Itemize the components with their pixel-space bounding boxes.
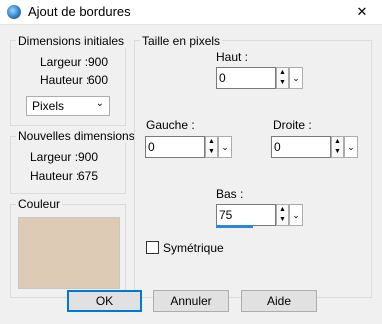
- color-legend: Couleur: [16, 197, 63, 211]
- color-swatch[interactable]: [18, 217, 120, 289]
- new-dimensions-group: [10, 136, 126, 194]
- spin-arrows-icon[interactable]: ▲ ▼: [276, 204, 289, 226]
- chevron-down-icon[interactable]: ⌄: [289, 204, 303, 226]
- bottom-label: Bas :: [216, 187, 244, 201]
- top-label: Haut :: [216, 50, 249, 64]
- right-input[interactable]: 0: [271, 136, 331, 158]
- unit-select[interactable]: Pixels ⌄: [26, 96, 110, 116]
- chevron-down-icon[interactable]: ⌄: [289, 67, 303, 89]
- help-button[interactable]: Aide: [241, 290, 317, 312]
- new-width-value: 900: [78, 150, 99, 164]
- initial-height-label: Hauteur :: [40, 73, 90, 87]
- new-width-label: Largeur :: [30, 150, 79, 164]
- title-bar: Ajout de bordures ✕: [0, 0, 382, 25]
- unit-select-value: Pixels: [32, 99, 65, 113]
- new-dimensions-legend: Nouvelles dimensions: [16, 129, 137, 143]
- initial-height-value: 600: [88, 73, 109, 87]
- top-input[interactable]: 0: [216, 67, 276, 89]
- right-label: Droite :: [273, 118, 312, 132]
- window-title: Ajout de bordures: [28, 4, 131, 19]
- symmetric-label[interactable]: Symétrique: [163, 241, 224, 255]
- left-label: Gauche :: [146, 118, 195, 132]
- close-icon[interactable]: ✕: [346, 0, 378, 24]
- cancel-button[interactable]: Annuler: [153, 290, 229, 312]
- ok-button[interactable]: OK: [67, 290, 142, 312]
- spin-arrows-icon[interactable]: ▲ ▼: [331, 136, 344, 158]
- chevron-down-icon[interactable]: ⌄: [344, 136, 358, 158]
- app-icon: [7, 5, 21, 19]
- initial-width-label: Largeur :: [40, 55, 89, 69]
- chevron-down-icon[interactable]: ⌄: [218, 136, 232, 158]
- bottom-input[interactable]: 75: [216, 204, 276, 226]
- new-height-label: Hauteur :: [30, 169, 80, 183]
- initial-width-value: 900: [88, 55, 109, 69]
- left-input[interactable]: 0: [145, 136, 205, 158]
- chevron-down-icon: ⌄: [95, 98, 104, 109]
- input-focus-bar: [216, 225, 253, 228]
- size-legend: Taille en pixels: [140, 34, 223, 48]
- spin-arrows-icon[interactable]: ▲ ▼: [205, 136, 218, 158]
- initial-dimensions-legend: Dimensions initiales: [16, 34, 127, 48]
- new-height-value: 675: [78, 169, 99, 183]
- symmetric-checkbox[interactable]: [146, 241, 159, 254]
- spin-arrows-icon[interactable]: ▲ ▼: [276, 67, 289, 89]
